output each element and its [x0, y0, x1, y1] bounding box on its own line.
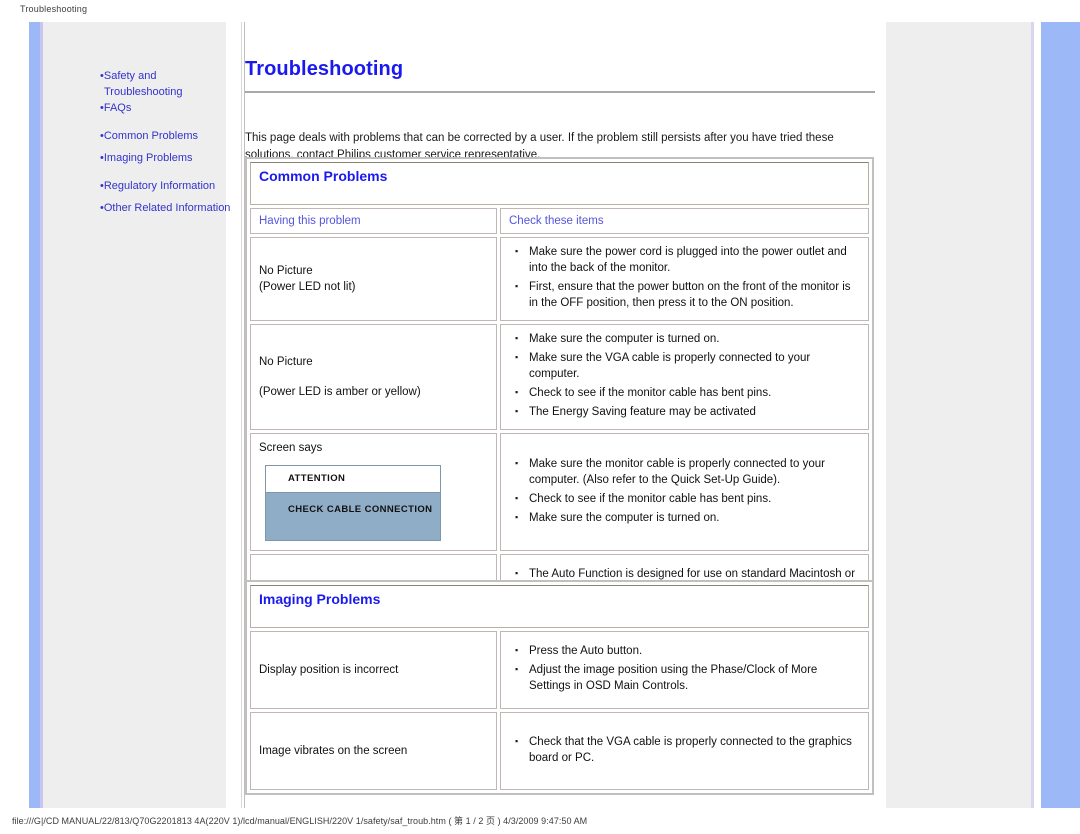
sidebar-item-regulatory-information[interactable]: •Regulatory Information [100, 178, 240, 194]
problem-text-line2: (Power LED not lit) [259, 281, 356, 293]
page-title: Troubleshooting [245, 58, 404, 81]
document-page: Troubleshooting •Safety and Troubleshooti… [0, 0, 1080, 834]
checks-list: Make sure the power cord is plugged into… [509, 243, 860, 311]
problem-text: Display position is incorrect [259, 664, 399, 676]
sidebar-item-label: FAQs [103, 102, 132, 114]
right-panel [886, 22, 1031, 808]
table-section-header-row: Common Problems [250, 162, 869, 205]
problem-text: Screen says [259, 442, 323, 454]
list-item: Make sure the computer is turned on. [515, 509, 860, 526]
problem-spacer [259, 370, 488, 384]
osd-attention-graphic: ATTENTION CHECK CABLE CONNECTION [265, 465, 441, 541]
sidebar-item-common-problems[interactable]: •Common Problems [100, 128, 240, 144]
section-title: Common Problems [259, 168, 388, 184]
list-item: Make sure the VGA cable is properly conn… [515, 349, 860, 382]
list-item: Press the Auto button. [515, 642, 860, 659]
table-column-header-row: Having this problem Check these items [250, 208, 869, 234]
section-title: Imaging Problems [259, 591, 381, 607]
list-item: Make sure the computer is turned on. [515, 330, 860, 347]
list-item: Check to see if the monitor cable has be… [515, 490, 860, 507]
list-item: The Energy Saving feature may be activat… [515, 403, 860, 420]
sidebar-item-label: Other Related Information [103, 202, 231, 214]
table-row: Image vibrates on the screen Check that … [250, 712, 869, 790]
checks-list: Make sure the computer is turned on. Mak… [509, 330, 860, 420]
list-item: First, ensure that the power button on t… [515, 278, 860, 311]
sidebar-item-safety-and-troubleshooting[interactable]: •Safety and Troubleshooting [100, 68, 240, 100]
column-header-label: Check these items [509, 215, 604, 227]
problem-cell: Screen says ATTENTION CHECK CABLE CONNEC… [250, 433, 497, 551]
common-problems-table-wrapper: Common Problems Having this problem Chec… [245, 157, 874, 637]
checks-cell: Make sure the monitor cable is properly … [500, 433, 869, 551]
table-row: No Picture (Power LED is amber or yellow… [250, 324, 869, 430]
checks-list: Check that the VGA cable is properly con… [509, 733, 860, 766]
checks-cell: Make sure the computer is turned on. Mak… [500, 324, 869, 430]
table-row: Display position is incorrect Press the … [250, 631, 869, 709]
table-row: Screen says ATTENTION CHECK CABLE CONNEC… [250, 433, 869, 551]
sidebar-item-label: Common Problems [103, 130, 198, 142]
sidebar-item-label: Safety and [103, 70, 157, 82]
problem-cell: No Picture (Power LED is amber or yellow… [250, 324, 497, 430]
print-footer-url: file:///G|/CD MANUAL/22/813/Q70G2201813 … [12, 816, 588, 826]
column-header-checks: Check these items [500, 208, 869, 234]
column-header-problem: Having this problem [250, 208, 497, 234]
imaging-problems-table: Imaging Problems Display position is inc… [247, 582, 872, 793]
problem-text: No Picture [259, 356, 313, 368]
sidebar-item-other-related-information[interactable]: •Other Related Information [100, 200, 240, 216]
table-row: No Picture (Power LED not lit) Make sure… [250, 237, 869, 321]
list-item: Make sure the monitor cable is properly … [515, 455, 860, 488]
right-frame-blue-bar [1041, 22, 1080, 808]
main-content: Troubleshooting This page deals with pro… [245, 22, 886, 808]
checks-cell: Press the Auto button. Adjust the image … [500, 631, 869, 709]
print-header-title: Troubleshooting [20, 4, 88, 14]
sidebar-item-label-cont: Troubleshooting [104, 86, 183, 98]
list-item: Check that the VGA cable is properly con… [515, 733, 860, 766]
common-problems-table: Common Problems Having this problem Chec… [247, 159, 872, 635]
problem-cell: Display position is incorrect [250, 631, 497, 709]
sidebar-item-label: Imaging Problems [103, 152, 193, 164]
list-item: Check to see if the monitor cable has be… [515, 384, 860, 401]
problem-cell: Image vibrates on the screen [250, 712, 497, 790]
table-section-header-row: Imaging Problems [250, 585, 869, 628]
title-divider [245, 91, 875, 93]
sidebar-item-faqs[interactable]: •FAQs [100, 100, 240, 116]
problem-text-line2: (Power LED is amber or yellow) [259, 386, 421, 398]
checks-cell: Make sure the power cord is plugged into… [500, 237, 869, 321]
problem-cell: No Picture (Power LED not lit) [250, 237, 497, 321]
osd-body: CHECK CABLE CONNECTION [288, 504, 433, 515]
sidebar-content-divider [241, 22, 242, 808]
column-header-label: Having this problem [259, 215, 361, 227]
sidebar-item-imaging-problems[interactable]: •Imaging Problems [100, 150, 240, 166]
problem-text: Image vibrates on the screen [259, 745, 408, 757]
checks-list: Press the Auto button. Adjust the image … [509, 642, 860, 694]
section-header-cell: Common Problems [250, 162, 869, 205]
list-item: Make sure the power cord is plugged into… [515, 243, 860, 276]
list-item: Adjust the image position using the Phas… [515, 661, 860, 694]
section-header-cell: Imaging Problems [250, 585, 869, 628]
imaging-problems-table-wrapper: Imaging Problems Display position is inc… [245, 580, 874, 795]
problem-text: No Picture [259, 265, 313, 277]
osd-title: ATTENTION [266, 466, 440, 493]
checks-cell: Check that the VGA cable is properly con… [500, 712, 869, 790]
sidebar-item-label: Regulatory Information [103, 180, 216, 192]
left-frame-blue-bar [29, 22, 40, 808]
right-panel-edge [1031, 22, 1034, 808]
sidebar-nav: •Safety and Troubleshooting •FAQs •Common… [100, 68, 240, 216]
checks-list: Make sure the monitor cable is properly … [509, 455, 860, 526]
